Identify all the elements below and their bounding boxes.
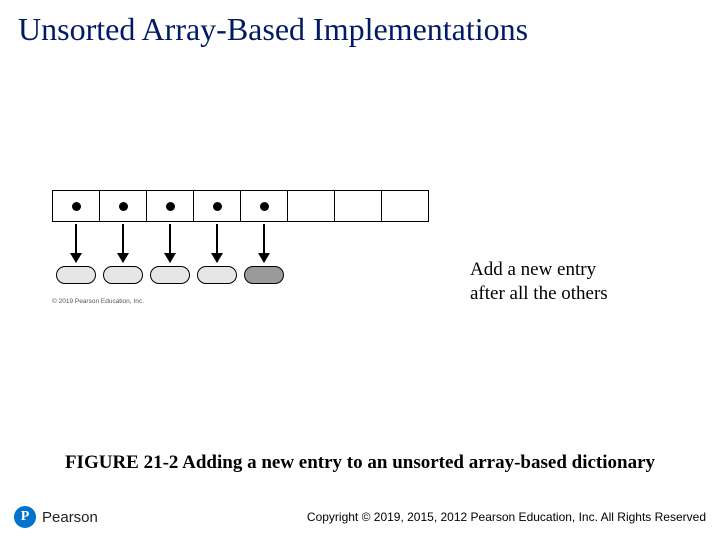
array-cell xyxy=(52,190,100,222)
entry-node xyxy=(103,266,143,284)
array-cell-empty xyxy=(334,190,382,222)
array-cell xyxy=(240,190,288,222)
annotation-text: after all the others xyxy=(470,283,608,304)
dot-icon xyxy=(260,202,269,211)
array-cell xyxy=(99,190,147,222)
arrow-down-icon xyxy=(216,224,218,262)
dot-icon xyxy=(72,202,81,211)
arrow-down-icon xyxy=(122,224,124,262)
slide: Unsorted Array-Based Implementations xyxy=(0,0,720,540)
dot-icon xyxy=(166,202,175,211)
entry-node-new xyxy=(244,266,284,284)
dot-icon xyxy=(119,202,128,211)
logo-mark-icon: P xyxy=(14,506,36,528)
arrow-down-icon xyxy=(75,224,77,262)
annotation-text: Add a new entry xyxy=(470,259,596,280)
brand-name: Pearson xyxy=(42,509,98,526)
page-title: Unsorted Array-Based Implementations xyxy=(18,12,702,47)
entry-node xyxy=(56,266,96,284)
array-row xyxy=(52,190,672,222)
copyright-text: Copyright © 2019, 2015, 2012 Pearson Edu… xyxy=(108,510,706,524)
arrow-down-icon xyxy=(169,224,171,262)
array-cell-empty xyxy=(381,190,429,222)
array-cell xyxy=(193,190,241,222)
brand-logo: P Pearson xyxy=(14,506,98,528)
entry-node xyxy=(197,266,237,284)
arrows-row xyxy=(52,224,672,262)
footer: P Pearson Copyright © 2019, 2015, 2012 P… xyxy=(0,506,720,528)
figure-credit: © 2019 Pearson Education, Inc. xyxy=(52,298,144,305)
dot-icon xyxy=(213,202,222,211)
figure-caption: FIGURE 21-2 Adding a new entry to an uns… xyxy=(0,452,720,474)
array-cell xyxy=(146,190,194,222)
array-cell-empty xyxy=(287,190,335,222)
entry-node xyxy=(150,266,190,284)
arrow-down-icon xyxy=(263,224,265,262)
figure-annotation: Add a new entry after all the others xyxy=(470,258,608,306)
